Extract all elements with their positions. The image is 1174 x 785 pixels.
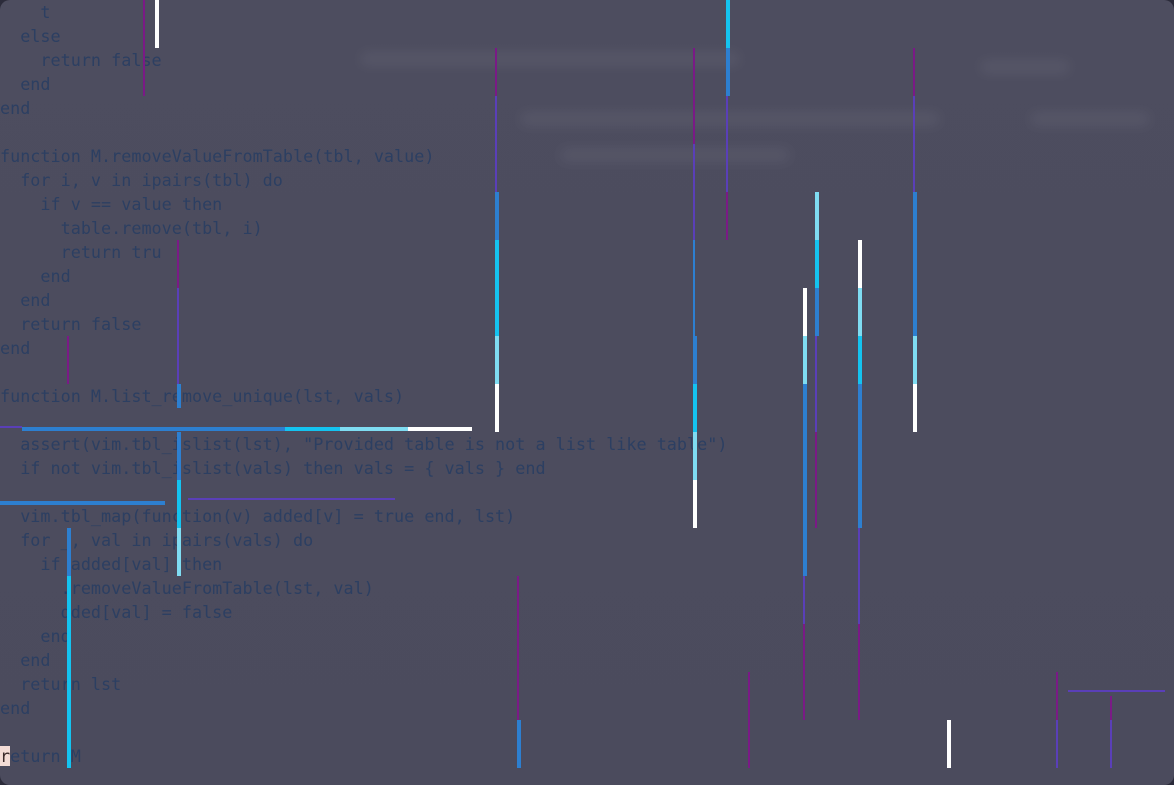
code-line[interactable]: function M.list_remove_unique(lst, vals)	[0, 384, 1174, 408]
code-line[interactable]: end	[0, 96, 1174, 120]
code-line[interactable]	[0, 408, 1174, 432]
code-line[interactable]	[0, 360, 1174, 384]
code-line[interactable]: vim.tbl_map(function(v) added[v] = true …	[0, 504, 1174, 528]
code-line[interactable]: return false	[0, 312, 1174, 336]
code-line[interactable]: return false	[0, 48, 1174, 72]
code-line[interactable]: else	[0, 24, 1174, 48]
code-line[interactable]: end	[0, 72, 1174, 96]
code-line[interactable]: assert(vim.tbl_islist(lst), "Provided ta…	[0, 432, 1174, 456]
code-line[interactable]: table.remove(tbl, i)	[0, 216, 1174, 240]
code-line[interactable]: if v == value then	[0, 192, 1174, 216]
code-line[interactable]: .removeValueFromTable(lst, val)	[0, 576, 1174, 600]
code-line[interactable]: if not vim.tbl_islist(vals) then vals = …	[0, 456, 1174, 480]
code-line[interactable]: for i, v in ipairs(tbl) do	[0, 168, 1174, 192]
code-editor[interactable]: t else return false end end function M.rem…	[0, 0, 1174, 768]
terminal-window: t else return false end end function M.rem…	[0, 0, 1174, 785]
code-line[interactable]: return M	[0, 744, 1174, 768]
code-line[interactable]: for _, val in ipairs(vals) do	[0, 528, 1174, 552]
code-line[interactable]: function M.removeValueFromTable(tbl, val…	[0, 144, 1174, 168]
code-line[interactable]	[0, 480, 1174, 504]
code-line[interactable]: end	[0, 264, 1174, 288]
code-line[interactable]: end	[0, 696, 1174, 720]
text-cursor: r	[0, 746, 11, 766]
code-line[interactable]: end	[0, 624, 1174, 648]
code-line[interactable]: end	[0, 648, 1174, 672]
code-line[interactable]: end	[0, 336, 1174, 360]
code-line[interactable]	[0, 120, 1174, 144]
code-line[interactable]: dded[val] = false	[0, 600, 1174, 624]
code-line[interactable]: end	[0, 288, 1174, 312]
code-line[interactable]: return tru	[0, 240, 1174, 264]
code-line[interactable]	[0, 720, 1174, 744]
code-line[interactable]: return lst	[0, 672, 1174, 696]
code-line[interactable]: if added[val] then	[0, 552, 1174, 576]
code-line[interactable]: t	[0, 0, 1174, 24]
